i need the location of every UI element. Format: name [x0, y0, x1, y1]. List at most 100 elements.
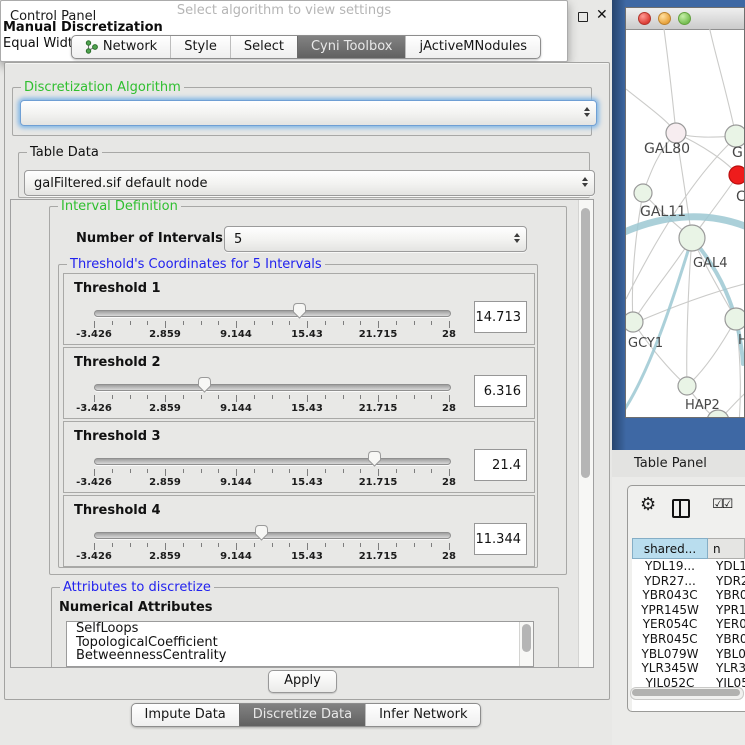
threshold-panel-2: Threshold 2-3.4262.8599.14415.4321.71528…: [63, 347, 535, 419]
slider-track[interactable]: [94, 310, 451, 317]
tick-label: -3.426: [71, 551, 117, 562]
tick-label: 15.43: [284, 329, 330, 340]
numerical-attributes-list[interactable]: SelfLoopsTopologicalCoefficientBetweenne…: [66, 621, 534, 667]
slider-handle[interactable]: [367, 450, 382, 467]
slider-track[interactable]: [94, 532, 451, 539]
close-icon[interactable]: ✕: [596, 7, 608, 23]
slider-handle[interactable]: [197, 376, 212, 393]
tick-label: 28: [426, 477, 472, 488]
tick-major: [378, 543, 379, 550]
table-data-combo[interactable]: galFiltered.sif default node: [24, 170, 595, 196]
column-layout-icon[interactable]: [672, 499, 690, 518]
cell-name: YDL19...: [708, 559, 745, 574]
tab-network[interactable]: Network: [72, 36, 170, 58]
network-view-window[interactable]: GAL80GCGAL11GAL4GCY1HHAP2: [625, 7, 745, 418]
slider-handle[interactable]: [292, 302, 307, 319]
tick-minor: [325, 469, 326, 473]
horizontal-scrollbar-thumb[interactable]: [632, 689, 740, 696]
attributes-group: Attributes to discretize Numerical Attri…: [51, 587, 559, 668]
zoom-traffic-light-icon[interactable]: [678, 12, 691, 25]
attribute-item-selfloops[interactable]: SelfLoops: [67, 622, 533, 636]
network-node-gal4[interactable]: [679, 225, 705, 251]
tab-style[interactable]: Style: [170, 36, 230, 58]
threshold-coordinates-group: Threshold's Coordinates for 5 Intervals …: [58, 264, 538, 568]
tick-minor: [201, 469, 202, 473]
tick-minor: [112, 469, 113, 473]
tick-label: 21.715: [355, 477, 401, 488]
table-row[interactable]: YBR045CYBR045C: [632, 632, 745, 647]
slider-track[interactable]: [94, 458, 451, 465]
network-node-hap2[interactable]: [678, 377, 696, 395]
checkbox-icons[interactable]: ☑☑: [712, 497, 731, 512]
tab-jactivemnodules[interactable]: jActiveMNodules: [405, 36, 540, 58]
tab-label: Select: [244, 39, 284, 55]
tick-label: 15.43: [284, 477, 330, 488]
table-row[interactable]: YER054CYER054C: [632, 617, 745, 632]
attribute-item-topologicalcoefficient[interactable]: TopologicalCoefficient: [67, 636, 533, 650]
tick-minor: [289, 543, 290, 547]
close-traffic-light-icon[interactable]: [638, 12, 651, 25]
network-node-gal11[interactable]: [634, 184, 652, 202]
combo-arrows-icon: [582, 177, 588, 187]
list-scrollbar[interactable]: [519, 622, 533, 666]
node-label: GAL80: [644, 141, 690, 157]
table-row[interactable]: YDR27...YDR27...: [632, 574, 745, 589]
float-window-icon[interactable]: [578, 12, 588, 22]
table-row[interactable]: YBR043CYBR043C: [632, 588, 745, 603]
tick-minor: [183, 543, 184, 547]
minimize-traffic-light-icon[interactable]: [658, 12, 671, 25]
tick-minor: [147, 469, 148, 473]
tab-infer-network[interactable]: Infer Network: [365, 704, 480, 726]
attribute-items: SelfLoopsTopologicalCoefficientBetweenne…: [67, 622, 533, 663]
tab-label: Cyni Toolbox: [311, 39, 393, 55]
tab-label: Infer Network: [379, 707, 467, 723]
horizontal-scrollbar[interactable]: [630, 687, 744, 700]
network-window-titlebar[interactable]: [626, 8, 744, 30]
tab-discretize-data[interactable]: Discretize Data: [239, 704, 365, 726]
tick-minor: [130, 543, 131, 547]
table-row[interactable]: YPR145WYPR145W: [632, 603, 745, 618]
threshold-value-field[interactable]: 21.4: [474, 449, 527, 481]
tick-minor: [343, 543, 344, 547]
tick-minor: [272, 395, 273, 399]
list-scrollbar-thumb[interactable]: [522, 624, 531, 652]
tab-label: Style: [184, 39, 217, 55]
settings-scrollbar[interactable]: [578, 200, 593, 667]
settings-scrollbar-thumb[interactable]: [581, 208, 590, 478]
network-node-g[interactable]: [725, 125, 744, 147]
tick-minor: [147, 543, 148, 547]
network-canvas[interactable]: GAL80GCGAL11GAL4GCY1HHAP2: [626, 29, 744, 417]
gear-icon[interactable]: ⚙: [640, 494, 656, 515]
column-header-shared[interactable]: shared...: [632, 538, 708, 559]
table-row[interactable]: YBL079WYBL079W: [632, 647, 745, 662]
network-node-h[interactable]: [725, 308, 744, 330]
tab-cyni-toolbox[interactable]: Cyni Toolbox: [297, 36, 406, 58]
slider-handle[interactable]: [254, 524, 269, 541]
threshold-value-field[interactable]: 14.713: [474, 301, 527, 333]
window-title: Control Panel: [10, 9, 96, 24]
network-node-c[interactable]: [729, 166, 744, 184]
column-header-n[interactable]: n: [708, 538, 745, 559]
tick-minor: [360, 321, 361, 325]
slider-track[interactable]: [94, 384, 451, 391]
network-node-gcy1[interactable]: [626, 312, 643, 332]
num-intervals-combo[interactable]: 5: [224, 226, 527, 252]
threshold-value-field[interactable]: 11.344: [474, 523, 527, 555]
tick-minor: [396, 395, 397, 399]
interval-definition-group: Interval Definition Number of Intervals …: [49, 206, 567, 575]
tick-label: 2.859: [142, 403, 188, 414]
combo-arrows-icon: [584, 107, 590, 117]
algorithm-combo[interactable]: [20, 100, 597, 126]
threshold-value-field[interactable]: 6.316: [474, 375, 527, 407]
tick-major: [449, 543, 450, 550]
cell-shared-name: YDR27...: [632, 574, 708, 589]
tick-minor: [112, 395, 113, 399]
table-row[interactable]: YLR345WYLR345W: [632, 661, 745, 676]
apply-button[interactable]: Apply: [268, 670, 337, 693]
attribute-item-betweennesscentrality[interactable]: BetweennessCentrality: [67, 649, 533, 663]
network-node-gal80[interactable]: [666, 123, 686, 143]
table-row[interactable]: YDL19...YDL19...: [632, 559, 745, 574]
tab-select[interactable]: Select: [230, 36, 297, 58]
tab-impute-data[interactable]: Impute Data: [132, 704, 239, 726]
tick-minor: [414, 321, 415, 325]
